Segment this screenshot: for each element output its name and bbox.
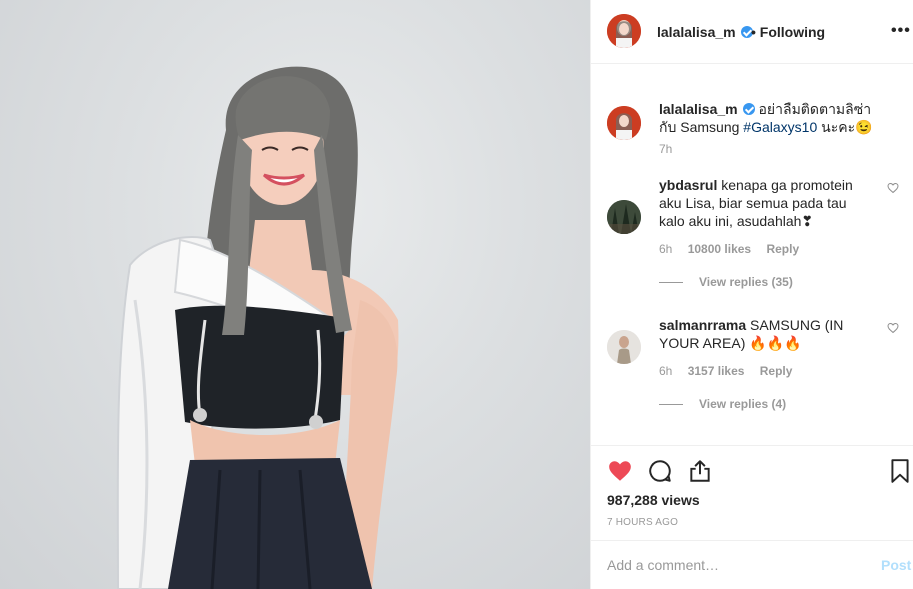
comment-meta: 6h 10800 likes Reply (659, 242, 811, 256)
comment-time: 6h (659, 364, 673, 378)
comment-username[interactable]: ybdasrul (659, 177, 717, 193)
avatar-portrait-icon (607, 106, 641, 140)
reply-button[interactable]: Reply (766, 242, 799, 256)
replies-divider (659, 404, 683, 406)
add-comment-bar: Post (591, 540, 913, 589)
heart-outline-icon[interactable] (887, 182, 899, 194)
author-username-link[interactable]: lalalalisa_m (657, 24, 753, 40)
caption-meta: 7h (659, 142, 684, 156)
verified-badge-icon (742, 103, 755, 115)
heart-outline-icon[interactable] (887, 322, 899, 334)
caption-time: 7h (659, 142, 673, 156)
comment-likes[interactable]: 10800 likes (688, 242, 751, 256)
author-username: lalalalisa_m (657, 24, 736, 40)
caption-avatar[interactable] (607, 106, 641, 140)
post-timestamp: 7 HOURS AGO (607, 517, 679, 528)
commenter-avatar[interactable] (607, 200, 641, 234)
heart-filled-icon[interactable] (607, 458, 633, 484)
add-comment-input[interactable] (607, 555, 857, 575)
comment-text: salmanrrama SAMSUNG (IN YOUR AREA) 🔥🔥🔥 (659, 316, 864, 352)
author-avatar[interactable] (607, 14, 641, 48)
view-replies-button[interactable]: View replies (35) (659, 275, 793, 289)
reply-button[interactable]: Reply (760, 364, 793, 378)
post-header: lalalalisa_m • Following ••• (591, 0, 913, 64)
comment-text: ybdasrul kenapa ga promotein aku Lisa, b… (659, 176, 864, 230)
comment-bubble-icon[interactable] (647, 458, 673, 484)
comment-time: 6h (659, 242, 673, 256)
view-replies-label: View replies (35) (699, 275, 793, 289)
view-count[interactable]: 987,288 views (607, 492, 700, 508)
following-button[interactable]: • Following (751, 24, 825, 40)
replies-divider (659, 282, 683, 284)
avatar-person-icon (607, 330, 641, 364)
caption-username[interactable]: lalalalisa_m (659, 101, 738, 117)
caption-text-post: นะคะ😉 (817, 119, 873, 135)
bookmark-icon[interactable] (887, 458, 913, 484)
caption-text: lalalalisa_m อย่าลืมติดตามลิซ่า กับ Sams… (659, 100, 887, 136)
comment-username[interactable]: salmanrrama (659, 317, 746, 333)
view-replies-label: View replies (4) (699, 397, 787, 411)
comments-list[interactable]: lalalalisa_m อย่าลืมติดตามลิซ่า กับ Sams… (591, 64, 913, 445)
avatar-portrait-icon (607, 14, 641, 48)
post-comment-button[interactable]: Post (881, 557, 911, 573)
view-replies-button[interactable]: View replies (4) (659, 397, 786, 411)
commenter-avatar[interactable] (607, 330, 641, 364)
post-side-panel: lalalalisa_m • Following ••• lalalalisa_… (590, 0, 913, 589)
avatar-forest-icon (607, 200, 641, 234)
comment-meta: 6h 3157 likes Reply (659, 364, 804, 378)
share-icon[interactable] (687, 458, 713, 484)
hashtag-link[interactable]: #Galaxys10 (743, 119, 817, 135)
video-frame-illustration (116, 66, 399, 589)
post-actions: 987,288 views 7 HOURS AGO (591, 445, 913, 540)
comment-likes[interactable]: 3157 likes (688, 364, 745, 378)
post-video[interactable] (0, 0, 590, 589)
more-options-icon[interactable]: ••• (891, 22, 911, 40)
